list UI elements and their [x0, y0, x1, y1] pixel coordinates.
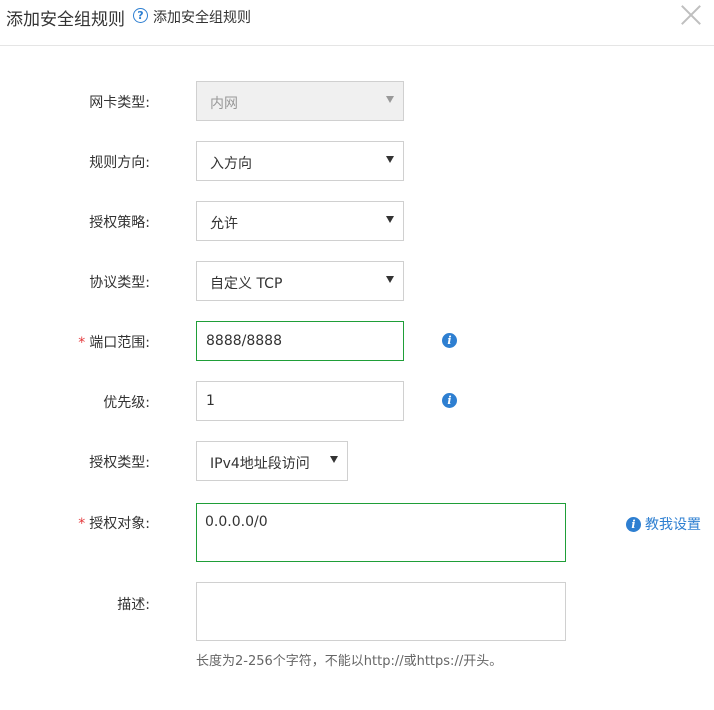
chevron-down-icon: [386, 276, 394, 283]
chevron-down-icon: [386, 96, 394, 103]
policy-value: 允许: [210, 216, 238, 232]
auth-type-label: 授权类型:: [89, 455, 150, 471]
auth-type-value: IPv4地址段访问: [210, 456, 310, 472]
policy-select[interactable]: 允许: [196, 201, 404, 241]
teach-me-label: 教我设置: [645, 517, 701, 533]
description-textarea[interactable]: [196, 582, 566, 641]
chevron-down-icon: [386, 156, 394, 163]
help-link[interactable]: 添加安全组规则: [153, 7, 251, 27]
dialog-title: 添加安全组规则: [6, 10, 125, 30]
protocol-value: 自定义 TCP: [210, 276, 283, 292]
close-icon[interactable]: [678, 2, 704, 28]
priority-label: 优先级:: [103, 395, 150, 411]
nic-type-label: 网卡类型:: [89, 95, 150, 111]
port-range-label-text: 端口范围:: [89, 335, 150, 351]
teach-me-link[interactable]: i 教我设置: [626, 514, 701, 534]
auth-object-textarea[interactable]: 0.0.0.0/0: [196, 503, 566, 562]
nic-type-value: 内网: [210, 96, 238, 112]
direction-value: 入方向: [210, 156, 252, 172]
priority-value: 1: [206, 393, 215, 409]
protocol-select[interactable]: 自定义 TCP: [196, 261, 404, 301]
auth-object-value: 0.0.0.0/0: [205, 514, 268, 530]
info-icon[interactable]: i: [442, 393, 457, 408]
auth-object-label: * 授权对象:: [0, 513, 150, 533]
auth-type-select[interactable]: IPv4地址段访问: [196, 441, 348, 481]
protocol-label: 协议类型:: [89, 275, 150, 291]
direction-label: 规则方向:: [89, 155, 150, 171]
port-range-input[interactable]: 8888/8888: [196, 321, 404, 361]
direction-select[interactable]: 入方向: [196, 141, 404, 181]
port-range-value: 8888/8888: [206, 333, 282, 349]
chevron-down-icon: [330, 456, 338, 463]
priority-input[interactable]: 1: [196, 381, 404, 421]
description-label: 描述:: [117, 597, 150, 613]
auth-object-label-text: 授权对象:: [89, 516, 150, 532]
description-hint: 长度为2-256个字符，不能以http://或https://开头。: [196, 654, 503, 669]
required-mark: *: [78, 335, 86, 351]
required-mark: *: [78, 516, 86, 532]
nic-type-select[interactable]: 内网: [196, 81, 404, 121]
info-icon[interactable]: i: [442, 333, 457, 348]
dialog-header: 添加安全组规则 ? 添加安全组规则: [0, 0, 714, 46]
help-icon[interactable]: ?: [133, 8, 148, 23]
port-range-label: * 端口范围:: [0, 332, 150, 352]
chevron-down-icon: [386, 216, 394, 223]
policy-label: 授权策略:: [89, 215, 150, 231]
info-icon: i: [626, 516, 641, 532]
